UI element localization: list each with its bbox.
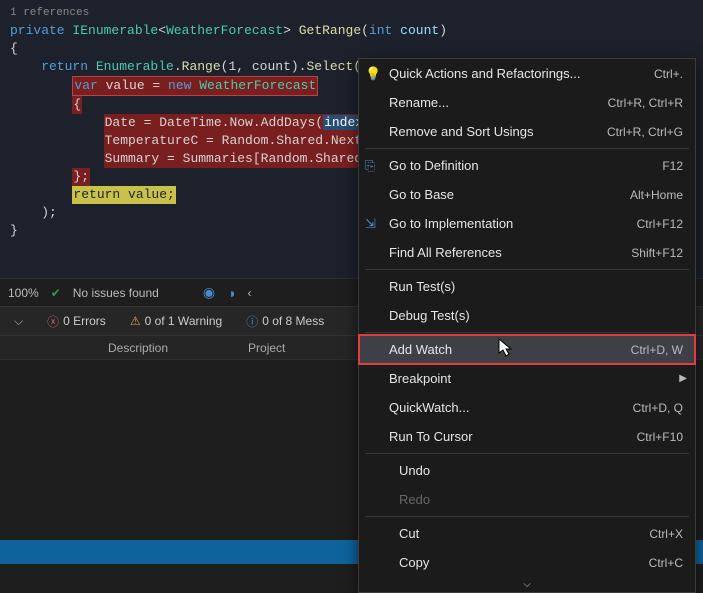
menu-separator (365, 516, 689, 517)
menu-breakpoint[interactable]: Breakpoint▶ (359, 364, 695, 393)
menu-go-to-definition[interactable]: ⎘Go to DefinitionF12 (359, 151, 695, 180)
menu-redo: Redo (359, 485, 695, 514)
bulb-icon: 💡 (365, 66, 381, 82)
filter-dropdown[interactable]: ⌵ (6, 312, 29, 331)
chevron-right-icon: ▶ (679, 373, 687, 384)
check-icon: ✔ (51, 286, 61, 300)
code-line: private IEnumerable<WeatherForecast> Get… (4, 22, 703, 40)
errors-filter[interactable]: ⓧ0 Errors (41, 311, 112, 332)
menu-run-to-cursor[interactable]: Run To CursorCtrl+F10 (359, 422, 695, 451)
warnings-filter[interactable]: ⚠0 of 1 Warning (124, 312, 228, 330)
column-project[interactable]: Project (248, 341, 285, 355)
menu-add-watch[interactable]: Add WatchCtrl+D, W (359, 335, 695, 364)
menu-separator (365, 332, 689, 333)
menu-run-tests[interactable]: Run Test(s) (359, 272, 695, 301)
menu-go-to-implementation[interactable]: ⇲Go to ImplementationCtrl+F12 (359, 209, 695, 238)
menu-quickwatch[interactable]: QuickWatch...Ctrl+D, Q (359, 393, 695, 422)
issues-status[interactable]: No issues found (73, 286, 159, 300)
menu-undo[interactable]: Undo (359, 456, 695, 485)
codelens-references[interactable]: 1 references (4, 4, 703, 22)
chevron-left-icon[interactable]: ‹ (248, 286, 252, 300)
column-description[interactable]: Description (108, 341, 168, 355)
menu-find-all-references[interactable]: Find All ReferencesShift+F12 (359, 238, 695, 267)
menu-cut[interactable]: CutCtrl+X (359, 519, 695, 548)
menu-copy[interactable]: CopyCtrl+C (359, 548, 695, 577)
definition-icon: ⎘ (365, 158, 375, 174)
menu-separator (365, 148, 689, 149)
menu-separator (365, 269, 689, 270)
menu-quick-actions[interactable]: 💡Quick Actions and Refactorings...Ctrl+. (359, 59, 695, 88)
menu-debug-tests[interactable]: Debug Test(s) (359, 301, 695, 330)
menu-more-chevron[interactable]: ⌵ (359, 577, 695, 592)
error-icon: ⓧ (47, 313, 59, 330)
menu-remove-sort-usings[interactable]: Remove and Sort UsingsCtrl+R, Ctrl+G (359, 117, 695, 146)
menu-go-to-base[interactable]: Go to BaseAlt+Home (359, 180, 695, 209)
health-icon[interactable]: ◉ (203, 284, 215, 301)
warning-icon: ⚠ (130, 314, 141, 328)
zoom-percent[interactable]: 100% (8, 286, 39, 300)
menu-rename[interactable]: Rename...Ctrl+R, Ctrl+R (359, 88, 695, 117)
build-icon[interactable]: ◑ (227, 285, 235, 301)
messages-filter[interactable]: ⓘ0 of 8 Mess (240, 311, 330, 332)
menu-separator (365, 453, 689, 454)
context-menu: 💡Quick Actions and Refactorings...Ctrl+.… (358, 58, 696, 593)
implementation-icon: ⇲ (365, 216, 376, 232)
code-line: { (4, 40, 703, 58)
info-icon: ⓘ (246, 313, 258, 330)
